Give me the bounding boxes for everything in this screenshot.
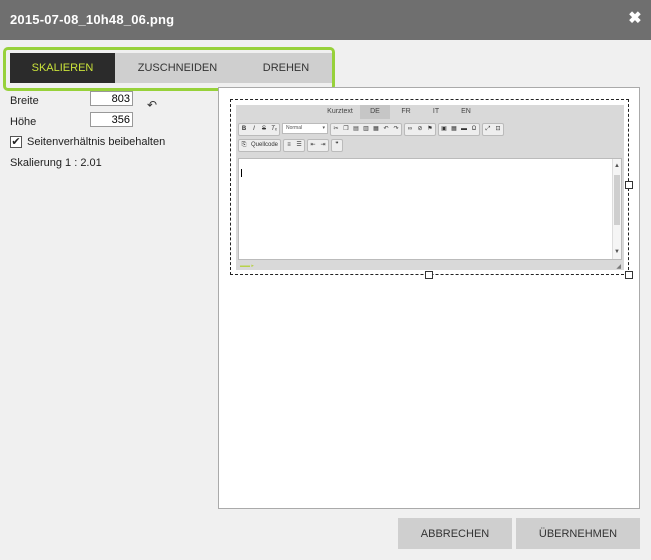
outdent-icon: ⇤ — [310, 142, 316, 148]
resize-handle-right[interactable] — [625, 181, 633, 189]
resize-grip-icon: ◢ — [616, 264, 621, 270]
tab-zuschneiden[interactable]: ZUSCHNEIDEN — [115, 53, 240, 83]
redo-icon: ↷ — [393, 126, 399, 132]
toolbar-group-text: B I S Tₓ — [238, 123, 280, 136]
clear-format-icon: Tₓ — [271, 126, 277, 132]
toolbar-group-indent: ⇤ ⇥ — [307, 139, 330, 152]
keep-ratio-label: Seitenverhältnis beibehalten — [27, 136, 166, 148]
width-label: Breite — [10, 95, 39, 107]
resize-handle-corner[interactable] — [625, 271, 633, 279]
toolbar-group-insert: ▣ ▦ ▬ Ω — [438, 123, 480, 136]
toolbar-group-quote: ❞ — [331, 139, 344, 152]
lang-tabs: Kurztext DE FR IT EN — [236, 105, 624, 119]
toolbar-group-links: ∞ ⊘ ⚑ — [404, 123, 436, 136]
toolbar-row-2: ⎘ Quellcode ≡ ☰ ⇤ ⇥ ❞ — [238, 139, 344, 152]
blockquote-icon: ❞ — [335, 142, 339, 148]
toolbar-group-source: ⎘ Quellcode — [238, 139, 282, 152]
unlink-icon: ⊘ — [417, 126, 423, 132]
hr-icon: ▬ — [461, 126, 467, 132]
paste-text-icon: ▥ — [363, 126, 369, 132]
copy-icon: ❐ — [343, 126, 349, 132]
resize-handle-bottom[interactable] — [425, 271, 433, 279]
table-icon: ▦ — [451, 126, 457, 132]
toolbar-group-lists: ≡ ☰ — [283, 139, 306, 152]
link-icon: ∞ — [407, 126, 413, 132]
ordered-list-icon: ≡ — [287, 142, 291, 148]
height-input[interactable] — [90, 112, 133, 127]
keep-ratio-checkbox[interactable]: ✔ — [10, 136, 22, 148]
lang-tab-en: EN — [461, 108, 471, 115]
italic-icon: I — [253, 126, 255, 132]
apply-button[interactable]: ÜBERNEHMEN — [516, 518, 640, 549]
scroll-thumb — [614, 175, 620, 225]
paste-word-icon: ▦ — [373, 126, 379, 132]
undo-icon: ↶ — [383, 126, 389, 132]
anchor-icon: ⚑ — [427, 126, 433, 132]
lang-tab-kurztext: Kurztext — [327, 108, 353, 115]
toolbar-group-view: ⤢ ⊡ — [482, 123, 504, 136]
lang-tab-it: IT — [432, 108, 440, 115]
cut-icon: ✂ — [333, 126, 339, 132]
editor-scrollbar: ▲ ▼ — [612, 159, 621, 259]
cancel-button[interactable]: ABBRECHEN — [398, 518, 512, 549]
width-input[interactable] — [90, 91, 133, 106]
height-label: Höhe — [10, 116, 37, 128]
image-icon: ▣ — [441, 126, 447, 132]
title-bar: 2015-07-08_10h48_06.png ✖ — [0, 0, 651, 40]
image-frame: Kurztext DE FR IT EN B I S Tₓ Normal ✂ — [230, 99, 633, 279]
bold-icon: B — [241, 126, 247, 132]
strike-icon: S — [261, 126, 266, 132]
toolbar-group-clipboard: ✂ ❐ ▤ ▥ ▦ ↶ ↷ — [330, 123, 402, 136]
editor-statusbar: ▬▬ ▸ — [240, 263, 254, 269]
scroll-down-icon: ▼ — [614, 249, 620, 255]
paste-icon: ▤ — [353, 126, 359, 132]
toolbar-row-1: B I S Tₓ Normal ✂ ❐ ▤ ▥ ▦ ↶ ↷ — [238, 123, 504, 136]
image-edit-dialog: 2015-07-08_10h48_06.png ✖ SKALIEREN ZUSC… — [0, 0, 651, 560]
source-icon: ⎘ — [241, 142, 247, 148]
tab-skalieren[interactable]: SKALIEREN — [10, 53, 115, 83]
format-select: Normal — [282, 123, 328, 134]
close-icon[interactable]: ✖ — [628, 10, 642, 28]
dialog-title: 2015-07-08_10h48_06.png — [10, 12, 175, 27]
scale-ratio-text: Skalierung 1 : 2.01 — [10, 157, 102, 169]
tab-drehen[interactable]: DREHEN — [240, 53, 332, 83]
maximize-icon: ⤢ — [485, 126, 491, 132]
blocks-icon: ⊡ — [495, 126, 501, 132]
text-caret — [241, 169, 242, 177]
indent-icon: ⇥ — [320, 142, 326, 148]
bullet-list-icon: ☰ — [296, 142, 302, 148]
scroll-up-icon: ▲ — [614, 163, 620, 169]
image-canvas: Kurztext DE FR IT EN B I S Tₓ Normal ✂ — [218, 87, 640, 509]
source-label: Quellcode — [251, 142, 279, 148]
special-char-icon: Ω — [471, 126, 477, 132]
lang-tab-fr: FR — [401, 108, 411, 115]
tab-bar: SKALIEREN ZUSCHNEIDEN DREHEN — [10, 53, 332, 83]
lang-tab-de: DE — [360, 105, 390, 119]
editor-text-area: ▲ ▼ — [238, 158, 622, 260]
undo-arrow-icon[interactable]: ↶ — [147, 98, 157, 112]
image-preview: Kurztext DE FR IT EN B I S Tₓ Normal ✂ — [236, 105, 624, 270]
